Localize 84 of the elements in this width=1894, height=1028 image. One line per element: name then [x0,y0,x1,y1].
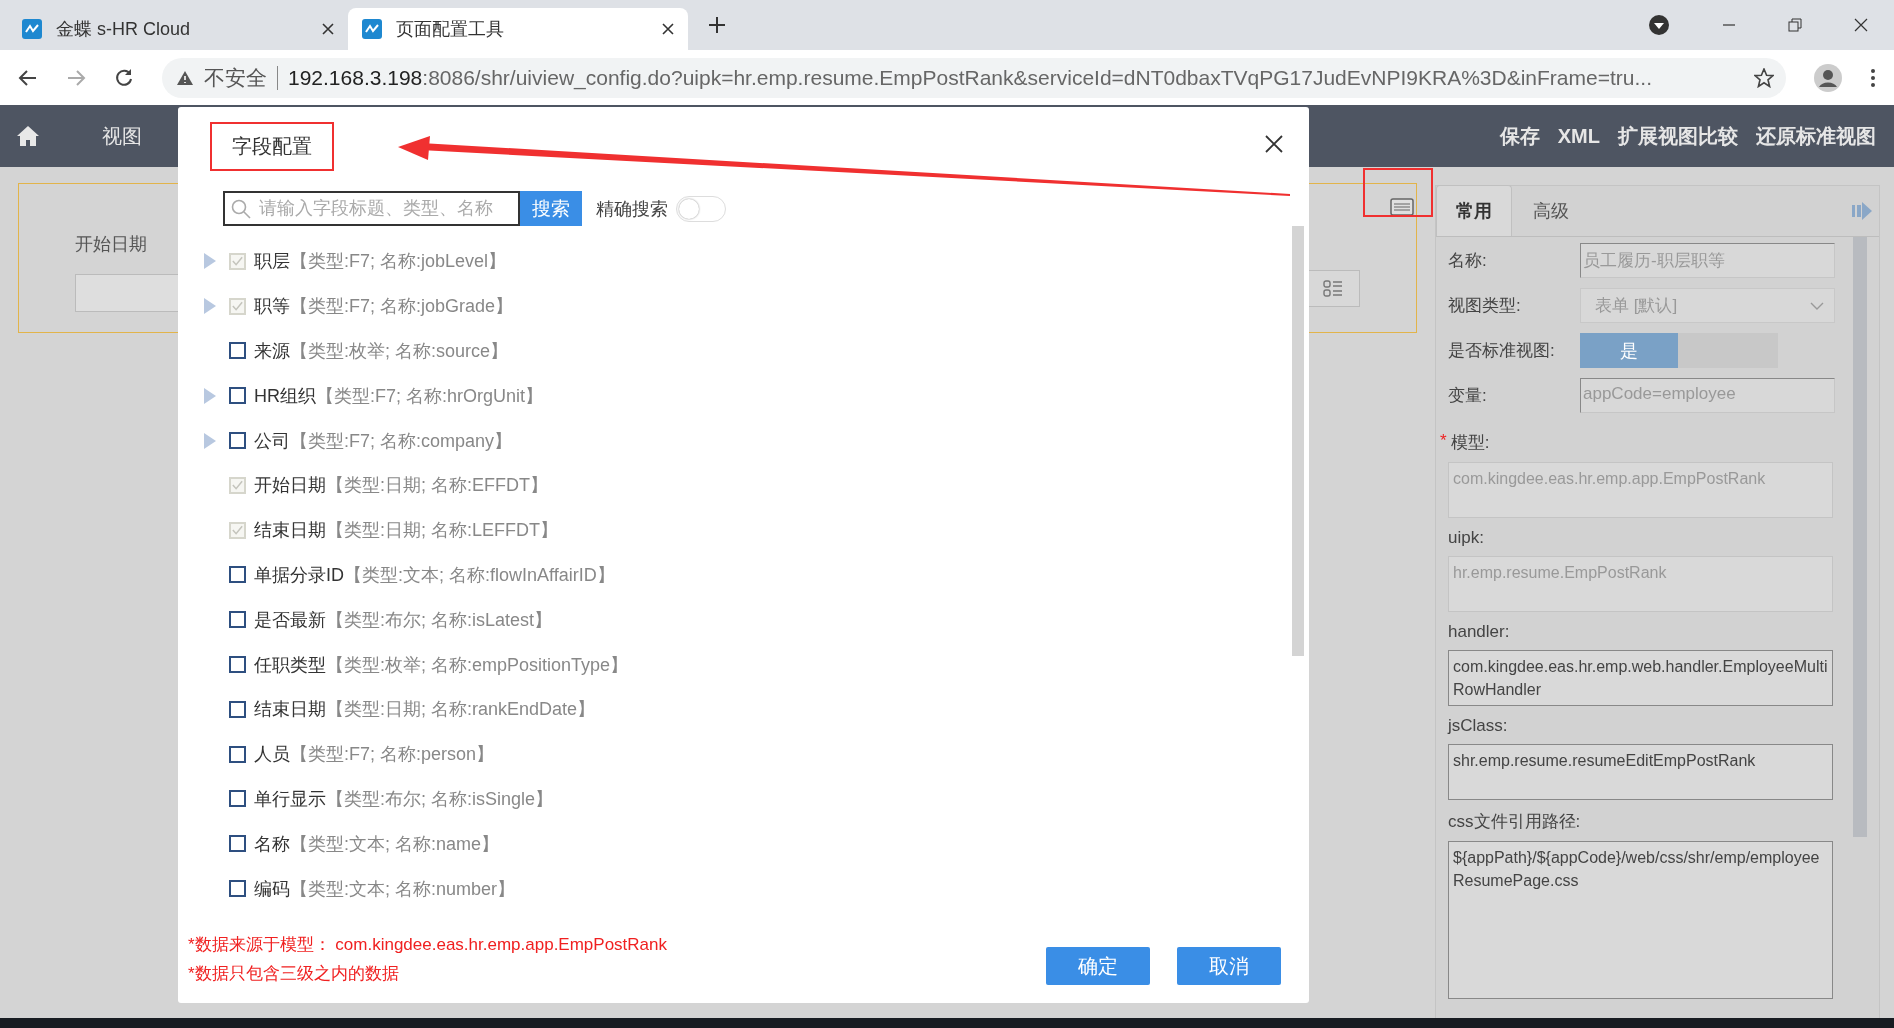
field-label: jsClass: [1448,716,1509,736]
text-area: com.kingdee.eas.hr.emp.app.EmpPostRank [1448,462,1833,518]
checkbox[interactable] [229,611,246,629]
field-label: uipk: [1448,528,1485,548]
tab-title: 页面配置工具 [396,18,505,41]
field-option-text[interactable]: 来源【类型:枚举; 名称:source】 [254,339,509,363]
back-icon[interactable] [18,67,38,88]
checkbox[interactable] [229,342,246,360]
toolbar-button[interactable]: 扩展视图比较 [1618,122,1738,150]
tab-title: 金蝶 s-HR Cloud [56,18,192,41]
scrollbar[interactable] [1292,226,1304,656]
breadcrumb-link[interactable]: 视图 [102,122,142,150]
more-menu-icon[interactable] [1870,67,1876,88]
star-icon[interactable] [1754,67,1774,88]
scrollbar[interactable] [1853,237,1867,837]
field-label: handler: [1448,622,1511,642]
required-mark: * [1440,431,1447,452]
field-label: 模型: [1450,432,1490,454]
toolbar-button[interactable]: 保存 [1499,122,1540,150]
browser-tab[interactable]: 金蝶 s-HR Cloud [8,8,348,50]
avatar-icon[interactable] [1814,63,1842,92]
highlight-box [1363,168,1433,217]
checkbox[interactable] [229,700,246,718]
field-label: 开始日期 [75,233,148,256]
field-option-text[interactable]: 编码【类型:文本; 名称:number】 [254,876,516,901]
close-icon[interactable] [662,23,674,35]
field-option-text[interactable]: HR组织【类型:F7; 名称:hrOrgUnit】 [254,383,544,408]
address-bar[interactable]: 不安全 192.168.3.198:8086/shr/uiview_config.do?uipk=hr.emp.resume.EmpPostRank&serviceId=dNT0dbaxTVqPG17JudEvNPI9KRA%3D&inFrame=tru... [162,57,1786,98]
text-field: 员工履历-职层职等 [1580,243,1835,278]
panel-tab[interactable]: 常用 [1436,185,1512,236]
search-icon [231,198,251,219]
field-option-text[interactable]: 任职类型【类型:枚举; 名称:empPositionType】 [254,652,629,677]
security-label: 不安全 [204,64,267,91]
checkbox[interactable] [229,835,246,853]
field-label: 变量: [1448,385,1488,407]
close-icon[interactable] [1265,134,1283,153]
field-label: 视图类型: [1448,295,1522,317]
option-label: 精确搜索 [596,197,668,221]
field-option-text[interactable]: 公司【类型:F7; 名称:company】 [254,428,513,453]
text-area: hr.emp.resume.EmpPostRank [1448,556,1833,612]
checkbox[interactable] [229,745,246,763]
checkbox[interactable] [229,656,246,674]
field-option-text[interactable]: 结束日期【类型:日期; 名称:rankEndDate】 [254,697,596,722]
field-option-text[interactable]: 名称【类型:文本; 名称:name】 [254,831,500,856]
dropdown-icon[interactable] [1648,14,1670,36]
text-area[interactable]: ${appPath}/${appCode}/web/css/shr/emp/employeeResumePage.css [1448,841,1833,999]
panel-tab[interactable]: 高级 [1514,186,1588,236]
checkbox[interactable] [229,790,246,808]
field-label: 名称: [1448,250,1488,272]
list-icon[interactable] [1390,198,1414,216]
field-option-text[interactable]: 是否最新【类型:布尔; 名称:isLatest】 [254,607,553,632]
warning-icon [176,69,194,86]
note-text: *数据只包含三级之内的数据 [188,963,400,985]
text-field: appCode=employee [1580,378,1835,413]
list-layout-icon [1323,279,1343,298]
app-logo-icon [22,19,42,39]
chevron-down-icon [1810,301,1824,310]
note-text: *数据来源于模型： com.kingdee.eas.hr.emp.app.EmpPostRank [188,934,668,956]
new-tab-icon[interactable] [708,16,726,34]
field-option-text[interactable]: 单据分录ID【类型:文本; 名称:flowInAffairID】 [254,562,615,587]
reload-icon[interactable] [114,67,134,88]
app-logo-icon [362,19,382,39]
dropdown: 表单 [默认] [1580,288,1835,323]
url-text: 192.168.3.198:8086/shr/uiview_config.do?uipk=hr.emp.resume.EmpPostRank&serviceId=dNT0dbaxTVqPG17JudEvNPI9KRA%3D&inFrame=tru... [288,65,1653,90]
close-icon[interactable] [1854,18,1868,32]
field-option-text[interactable]: 单行显示【类型:布尔; 名称:isSingle】 [254,786,554,811]
layout-button[interactable] [1306,270,1360,307]
close-icon[interactable] [322,23,334,35]
text-area[interactable]: shr.emp.resume.resumeEditEmpPostRank [1448,744,1833,800]
checkbox[interactable] [229,432,246,450]
browser-tab[interactable]: 页面配置工具 [348,8,688,50]
dialog-title: 字段配置 [210,122,334,171]
field-label: css文件引用路径: [1448,811,1580,833]
field-option-text[interactable]: 人员【类型:F7; 名称:person】 [254,742,495,767]
home-icon[interactable] [16,125,40,147]
checkbox[interactable] [229,880,246,898]
toolbar-button[interactable]: XML [1557,124,1600,148]
checkbox[interactable] [229,387,246,405]
restore-icon[interactable] [1788,18,1802,32]
search-field[interactable]: 请输入字段标题、类型、名称 [223,191,520,226]
text-area[interactable]: com.kingdee.eas.hr.emp.web.handler.EmployeeMultiRowHandler [1448,650,1833,706]
checkbox[interactable] [229,566,246,584]
field-label: 是否标准视图: [1448,340,1556,362]
toolbar-button[interactable]: 还原标准视图 [1756,122,1876,150]
